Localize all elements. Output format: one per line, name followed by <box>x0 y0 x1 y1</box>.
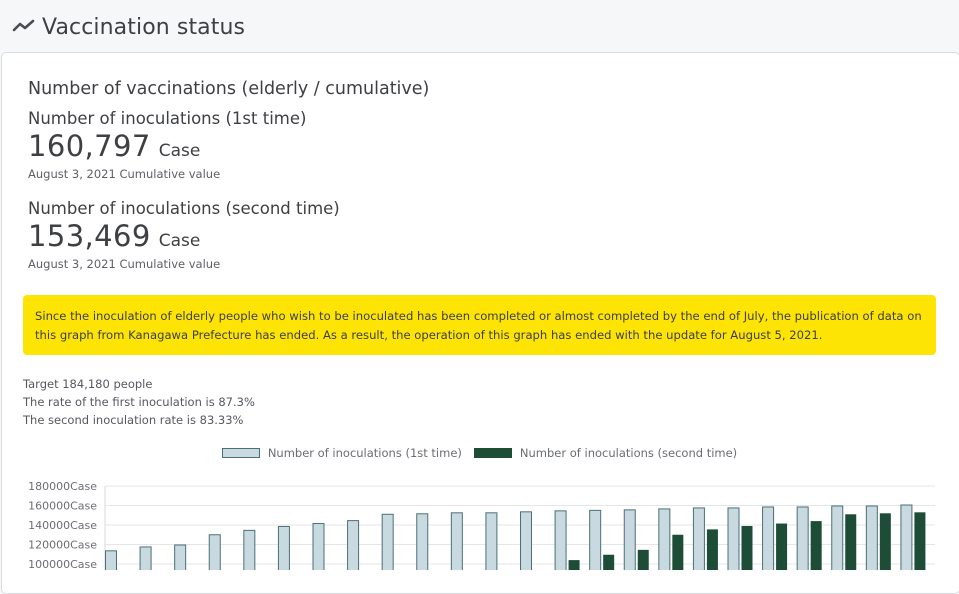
bar-first <box>485 512 498 570</box>
notice-banner: Since the inoculation of elderly people … <box>23 295 936 355</box>
bar-first <box>520 511 532 570</box>
bar-first <box>243 529 256 570</box>
trend-line-icon <box>12 15 42 39</box>
bar-first <box>727 507 740 570</box>
bar-second <box>568 560 580 570</box>
first-inoculation-value-row: 160,797 Case <box>28 129 200 163</box>
second-inoculation-date: August 3, 2021 Cumulative value <box>28 257 221 271</box>
bar-first <box>589 509 602 570</box>
bar-second <box>810 521 822 570</box>
y-tick-label: 140000Case <box>28 519 97 532</box>
y-tick-label: 180000Case <box>28 480 97 493</box>
card-title: Number of vaccinations (elderly / cumula… <box>28 79 430 99</box>
bar-second <box>879 513 891 570</box>
page-title: Vaccination status <box>42 14 246 40</box>
legend-item-first[interactable]: Number of inoculations (1st time) <box>221 446 462 460</box>
legend-label-second: Number of inoculations (second time) <box>519 446 738 460</box>
bar-first <box>381 513 394 570</box>
second-inoculation-unit: Case <box>158 231 201 251</box>
bar-second <box>776 523 788 570</box>
bar-first <box>658 508 671 570</box>
bar-second <box>845 514 857 570</box>
second-inoculation-value-row: 153,469 Case <box>28 219 200 253</box>
bar-first <box>416 513 429 570</box>
y-tick-label: 120000Case <box>28 539 97 552</box>
bar-first <box>277 525 290 570</box>
bar-first <box>347 520 360 570</box>
bar-second <box>672 534 684 570</box>
second-inoculation-value: 153,469 <box>28 219 151 253</box>
legend-label-first: Number of inoculations (1st time) <box>267 446 462 460</box>
bar-first <box>554 510 567 570</box>
bar-first <box>900 504 913 570</box>
bar-second <box>741 525 753 570</box>
page-header: Vaccination status <box>12 10 245 44</box>
first-inoculation-value: 160,797 <box>28 129 151 163</box>
second-rate-text: The second inoculation rate is 83.33% <box>23 413 244 427</box>
legend-item-second[interactable]: Number of inoculations (second time) <box>473 446 738 460</box>
first-inoculation-label: Number of inoculations (1st time) <box>28 109 307 128</box>
second-inoculation-label: Number of inoculations (second time) <box>28 199 340 218</box>
bar-first <box>796 506 809 570</box>
bar-first <box>174 544 187 570</box>
bar-second <box>914 512 926 570</box>
first-rate-text: The rate of the first inoculation is 87.… <box>23 395 255 409</box>
first-inoculation-unit: Case <box>158 141 201 161</box>
y-tick-label: 100000Case <box>28 558 97 570</box>
bar-first <box>208 534 221 570</box>
bar-second <box>637 549 649 570</box>
bar-first <box>831 505 844 570</box>
bar-first <box>865 505 878 570</box>
legend-swatch-second <box>473 448 512 458</box>
legend-swatch-first <box>221 448 260 458</box>
bar-first <box>139 546 152 570</box>
inoculations-bar-chart: 180000Case 160000Case 140000Case 120000Case… <box>28 480 935 570</box>
inoculation-stats: Target 184,180 people The rate of the fi… <box>23 375 255 429</box>
bar-second <box>706 529 718 570</box>
bar-first <box>623 509 636 570</box>
target-text: Target 184,180 people <box>23 377 153 391</box>
first-inoculation-date: August 3, 2021 Cumulative value <box>28 167 221 181</box>
chart-legend: Number of inoculations (1st time) Number… <box>0 446 959 460</box>
bar-first <box>105 550 117 570</box>
bar-first <box>692 507 705 570</box>
bar-first <box>450 512 463 570</box>
y-tick-label: 160000Case <box>28 500 97 513</box>
bar-second <box>603 554 615 570</box>
bar-first <box>762 506 775 570</box>
bar-first <box>312 523 325 570</box>
